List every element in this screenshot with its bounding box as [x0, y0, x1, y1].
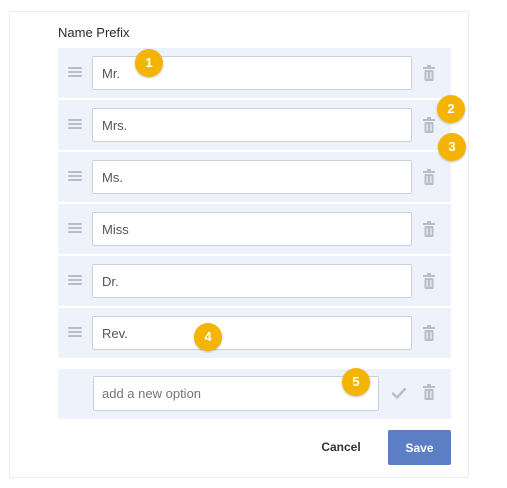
drag-handle-icon[interactable] [68, 119, 82, 131]
trash-icon[interactable] [422, 325, 436, 341]
option-row[interactable] [58, 256, 451, 306]
option-input[interactable] [92, 316, 412, 350]
drag-handle-icon[interactable] [68, 275, 82, 287]
field-title: Name Prefix [58, 25, 130, 40]
drag-handle-icon[interactable] [68, 223, 82, 235]
checkmark-icon[interactable] [391, 385, 407, 401]
callout-badge: 3 [438, 133, 466, 161]
trash-icon[interactable] [422, 169, 436, 185]
callout-badge: 2 [437, 95, 465, 123]
trash-icon[interactable] [422, 384, 436, 400]
option-row[interactable] [58, 308, 451, 358]
trash-icon[interactable] [422, 273, 436, 289]
new-option-input[interactable] [93, 376, 379, 411]
option-row[interactable] [58, 48, 451, 98]
option-input[interactable] [92, 108, 412, 142]
trash-icon[interactable] [422, 65, 436, 81]
drag-handle-icon[interactable] [68, 67, 82, 79]
option-input[interactable] [92, 160, 412, 194]
new-option-row [58, 369, 451, 419]
callout-badge: 5 [342, 368, 370, 396]
save-button[interactable]: Save [388, 430, 451, 465]
callout-badge: 4 [194, 323, 222, 351]
option-row[interactable] [58, 100, 451, 150]
trash-icon[interactable] [422, 117, 436, 133]
options-list [58, 48, 451, 360]
callout-badge: 1 [135, 49, 163, 77]
option-row[interactable] [58, 204, 451, 254]
cancel-button[interactable]: Cancel [310, 430, 372, 464]
option-row[interactable] [58, 152, 451, 202]
drag-handle-icon[interactable] [68, 171, 82, 183]
option-input[interactable] [92, 264, 412, 298]
trash-icon[interactable] [422, 221, 436, 237]
drag-handle-icon[interactable] [68, 327, 82, 339]
option-input[interactable] [92, 212, 412, 246]
